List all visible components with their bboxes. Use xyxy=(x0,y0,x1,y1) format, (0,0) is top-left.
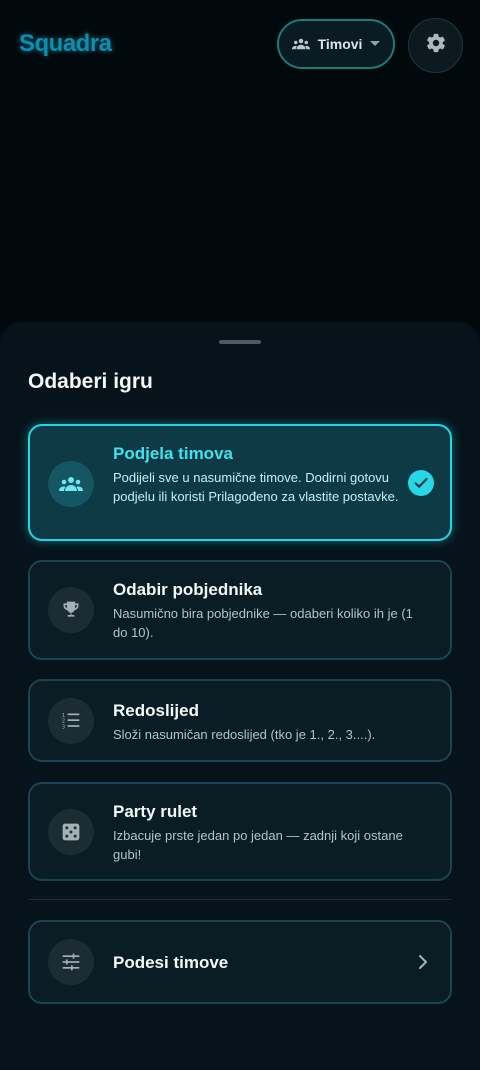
game-title: Redoslijed xyxy=(113,701,199,720)
settings-row-label: Podesi timove xyxy=(113,953,229,972)
trophy-icon xyxy=(48,587,94,633)
game-card-odabir-pobjednika[interactable]: Odabir pobjednika Nasumično bira pobjedn… xyxy=(28,560,452,660)
numbered-list-icon: 1 2 3 xyxy=(48,698,94,744)
gear-icon xyxy=(425,32,447,59)
game-picker-sheet: Odaberi igru Podjela timova Podijeli sve… xyxy=(0,322,480,1070)
game-description: Nasumično bira pobjednike — odaberi koli… xyxy=(113,606,413,640)
game-card-redoslijed[interactable]: 1 2 3 Redoslijed Složi nasumičan redosli… xyxy=(28,679,452,762)
check-icon xyxy=(408,470,434,496)
tune-icon xyxy=(48,939,94,985)
dropdown-arrow-icon xyxy=(370,41,381,47)
groups-icon xyxy=(48,461,94,507)
game-card-podjela-timova[interactable]: Podjela timova Podijeli sve u nasumične … xyxy=(28,424,452,541)
game-title: Odabir pobjednika xyxy=(113,580,263,599)
sheet-drag-handle[interactable] xyxy=(219,340,261,344)
svg-text:3: 3 xyxy=(62,725,65,731)
settings-button[interactable] xyxy=(408,18,463,73)
section-divider xyxy=(28,899,452,900)
game-title: Podjela timova xyxy=(113,444,233,463)
dice-icon xyxy=(48,809,94,855)
mode-selector-button[interactable]: Timovi xyxy=(277,19,395,69)
app-logo: Squadra xyxy=(19,30,112,57)
top-bar: Squadra Timovi xyxy=(0,0,480,90)
sheet-title: Odaberi igru xyxy=(28,370,153,393)
team-settings-row[interactable]: Podesi timove xyxy=(28,920,452,1004)
game-description: Izbacuje prste jedan po jedan — zadnji k… xyxy=(113,828,403,862)
game-title: Party rulet xyxy=(113,802,198,821)
game-card-party-rulet[interactable]: Party rulet Izbacuje prste jedan po jeda… xyxy=(28,782,452,881)
game-description: Složi nasumičan redoslijed (tko je 1., 2… xyxy=(113,727,376,742)
chevron-right-icon xyxy=(418,955,428,974)
game-description: Podijeli sve u nasumične timove. Dodirni… xyxy=(113,470,399,504)
mode-selector-label: Timovi xyxy=(317,36,363,52)
groups-icon xyxy=(291,37,310,51)
